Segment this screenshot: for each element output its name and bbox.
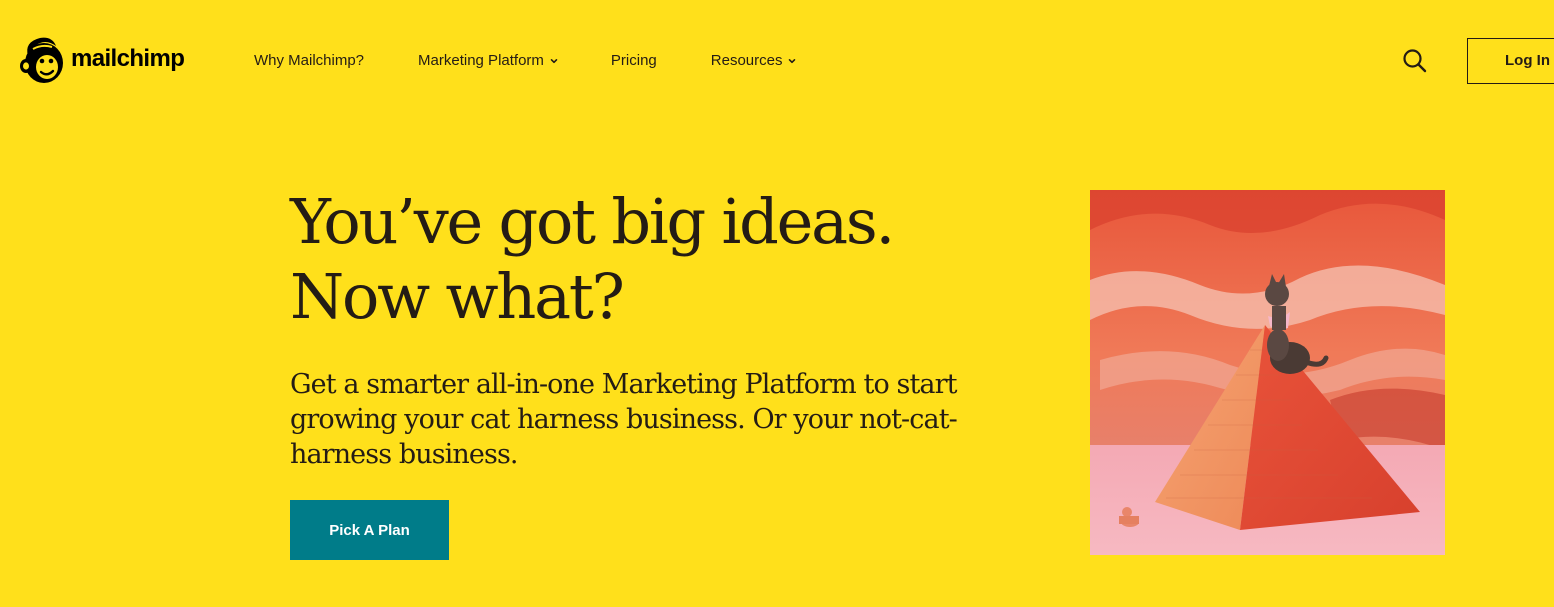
nav-why-mailchimp[interactable]: Why Mailchimp?	[254, 52, 364, 69]
search-button[interactable]	[1400, 46, 1430, 76]
cat-on-pyramid-illustration	[1090, 190, 1445, 555]
nav-label: Resources	[710, 52, 783, 69]
hero-subtitle-line: growing your cat harness business. Or yo…	[290, 404, 958, 435]
main-nav: Why Mailchimp? Marketing Platform Pricin…	[254, 52, 797, 69]
illustration-graphic	[1090, 190, 1445, 555]
hero-subtitle-line: harness business.	[290, 439, 518, 470]
mailchimp-logo[interactable]: mailchimp	[18, 34, 185, 86]
nav-label: Marketing Platform	[418, 52, 544, 69]
freddie-chimp-icon	[20, 37, 63, 83]
search-icon	[1403, 49, 1427, 73]
pick-a-plan-button[interactable]: Pick A Plan	[290, 500, 449, 560]
nav-marketing-platform[interactable]: Marketing Platform	[418, 52, 559, 69]
hero-subtitle-line: Get a smarter all-in-one Marketing Platf…	[290, 369, 957, 400]
login-button[interactable]: Log In	[1467, 38, 1554, 84]
hero-title-line: You’ve got big ideas.	[290, 185, 895, 258]
hero-title: You’ve got big ideas. Now what?	[290, 184, 1050, 334]
page: mailchimp Why Mailchimp? Marketing Platf…	[0, 0, 1554, 607]
nav-label: Pricing	[610, 52, 657, 69]
chevron-down-icon	[789, 58, 796, 63]
nav-label: Why Mailchimp?	[254, 52, 365, 69]
nav-resources[interactable]: Resources	[711, 52, 798, 69]
hero-title-line: Now what?	[290, 260, 625, 333]
hero-subtitle: Get a smarter all-in-one Marketing Platf…	[290, 367, 1050, 472]
nav-pricing[interactable]: Pricing	[611, 52, 657, 69]
site-header: mailchimp Why Mailchimp? Marketing Platf…	[0, 0, 1554, 124]
chevron-down-icon	[550, 58, 558, 63]
logo-wordmark: mailchimp	[71, 45, 185, 72]
